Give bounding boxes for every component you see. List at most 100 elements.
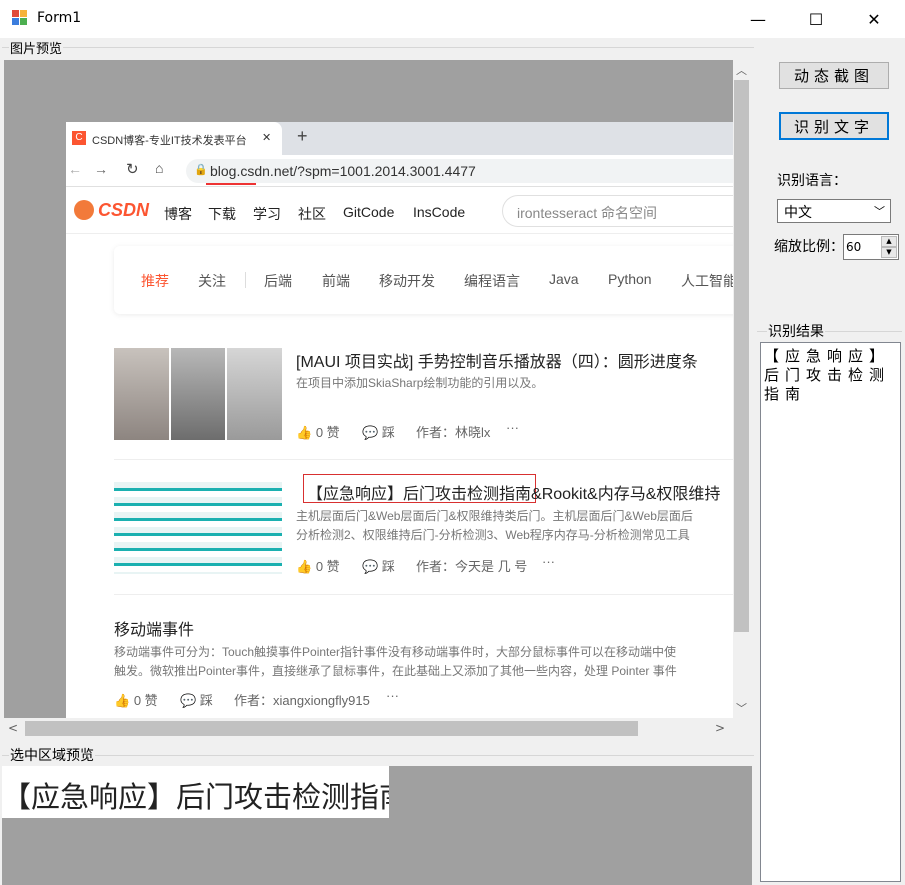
tab-title: CSDN博客-专业IT技术发表平台	[92, 135, 247, 147]
result-textbox[interactable]: 【应急响应】后门攻击检测指南	[760, 342, 901, 882]
image-preview[interactable]: C CSDN博客-专业IT技术发表平台 ✕ + ← → ↻ ⌂ 🔒 blog.c…	[4, 60, 733, 718]
selection-preview: 【应急响应】后门攻击检测指南&	[2, 766, 752, 885]
maximize-button[interactable]: ☐	[787, 0, 845, 38]
selection-group-border	[2, 755, 754, 756]
nav-item: 学习	[253, 206, 281, 222]
horizontal-scroll-thumb[interactable]	[25, 721, 638, 736]
maximize-icon: ☐	[808, 9, 824, 29]
csdn-logo-icon	[74, 200, 94, 220]
more-icon: ···	[386, 688, 399, 703]
scroll-down-icon[interactable]: ﹀	[736, 700, 747, 716]
url-text: blog.csdn.net/?spm=1001.2014.3001.4477	[210, 163, 476, 179]
article-title: 【应急响应】后门攻击检测指南&Rookit&内存马&权限维持	[307, 486, 721, 503]
language-label: 识别语言：	[777, 173, 847, 189]
language-select[interactable]: 中文 ﹀	[777, 199, 891, 223]
scroll-left-icon[interactable]: <	[8, 721, 18, 735]
channel-item: 前端	[322, 273, 350, 289]
nav-item: 下载	[208, 206, 236, 222]
ocr-button[interactable]: 识别文字	[779, 112, 889, 140]
article-author: 作者：林晓lx	[416, 425, 491, 440]
scroll-corner	[733, 718, 750, 740]
channel-divider	[245, 272, 246, 288]
selection-group-label: 选中区域预览	[9, 745, 95, 765]
url-bar: 🔒 blog.csdn.net/?spm=1001.2014.3001.4477	[186, 159, 733, 183]
article-desc: 主机层面后门&Web层面后门&权限维持类后门。主机层面后门&Web层面后	[296, 509, 693, 523]
close-icon: ✕	[867, 9, 881, 29]
channel-item: 人工智能	[681, 273, 733, 289]
article-desc: 在项目中添加SkiaSharp绘制功能的引用以及。	[296, 376, 544, 390]
article-thumbnail	[114, 348, 283, 440]
article-author: 作者：xiangxiongfly915	[234, 693, 370, 708]
minimize-icon: —	[750, 9, 766, 29]
channel-item: Java	[549, 271, 579, 287]
scroll-up-icon[interactable]: ︿	[736, 62, 747, 78]
channel-item: 后端	[264, 273, 292, 289]
capture-button[interactable]: 动态截图	[779, 62, 889, 89]
scale-stepper[interactable]: 60 ▲ ▼	[843, 234, 899, 260]
reload-icon: ↻	[126, 161, 139, 178]
window-title: Form1	[37, 10, 82, 26]
lock-icon: 🔒	[194, 164, 208, 176]
like-count: 👍 0 赞	[296, 425, 340, 440]
forward-icon: →	[94, 161, 108, 177]
captured-browser: C CSDN博客-专业IT技术发表平台 ✕ + ← → ↻ ⌂ 🔒 blog.c…	[66, 122, 733, 718]
nav-item: InsCode	[413, 204, 466, 220]
new-tab-icon: +	[297, 126, 308, 146]
channel-item: 推荐	[141, 273, 169, 289]
address-row: ← → ↻ ⌂ 🔒 blog.csdn.net/?spm=1001.2014.3…	[66, 155, 733, 187]
nav-item: 社区	[298, 206, 326, 222]
article-desc: 分析检测2、权限维持后门-分析检测3、Web程序内存马-分析检测常见工具	[296, 528, 690, 542]
scroll-right-icon[interactable]: >	[715, 721, 725, 735]
scale-value: 60	[846, 240, 862, 254]
channel-item: 移动开发	[379, 273, 435, 289]
preview-group-label: 图片预览	[9, 38, 64, 57]
more-icon: ···	[506, 420, 519, 435]
csdn-search-box: irontesseract 命名空间	[502, 195, 733, 227]
stepper-down-icon[interactable]: ▼	[881, 247, 897, 258]
minimize-button[interactable]: —	[729, 0, 787, 38]
tab-close-icon: ✕	[262, 132, 272, 144]
result-group-label: 识别结果	[767, 321, 825, 341]
article-thumbnail	[114, 482, 282, 574]
csdn-logo-text: CSDN	[98, 200, 150, 220]
browser-tab: C CSDN博客-专业IT技术发表平台 ✕	[66, 122, 282, 155]
like-count: 👍 0 赞	[114, 693, 158, 708]
channel-item: 编程语言	[464, 273, 520, 289]
dislike-label: 💬 踩	[362, 425, 395, 440]
article-desc: 移动端事件可分为：Touch触摸事件Pointer指针事件没有移动端事件时，大部…	[114, 645, 677, 659]
article-separator	[114, 459, 733, 460]
title-bar: Form1 — ☐ ✕	[0, 0, 905, 38]
channel-item: Python	[608, 271, 652, 287]
language-select-value: 中文	[784, 205, 812, 221]
article-separator	[114, 594, 733, 595]
dislike-label: 💬 踩	[180, 693, 213, 708]
dislike-label: 💬 踩	[362, 559, 395, 574]
close-button[interactable]: ✕	[845, 0, 903, 38]
loading-indicator	[206, 183, 256, 185]
article-author: 作者：今天是 几 号	[416, 559, 528, 574]
article-desc: 触发。微软推出Pointer事件，直接继承了鼠标事件，在此基础上又添加了其他一些…	[114, 664, 677, 678]
csdn-search-placeholder: irontesseract 命名空间	[517, 205, 658, 221]
csdn-favicon-icon: C	[72, 131, 86, 145]
stepper-up-icon[interactable]: ▲	[881, 236, 897, 247]
article-title: [MAUI 项目实战] 手势控制音乐播放器（四）：圆形进度条	[296, 354, 698, 371]
chevron-down-icon: ﹀	[874, 205, 885, 218]
home-icon: ⌂	[155, 160, 164, 176]
tab-strip: C CSDN博客-专业IT技术发表平台 ✕ +	[66, 122, 733, 155]
channel-bar: 推荐 关注 后端 前端 移动开发 编程语言 Java Python 人工智能	[114, 246, 733, 314]
nav-item: GitCode	[343, 204, 395, 220]
nav-item: 博客	[164, 206, 192, 222]
selection-preview-image: 【应急响应】后门攻击检测指南&	[2, 766, 389, 818]
csdn-header: CSDN 博客 下载 学习 社区 GitCode InsCode irontes…	[66, 188, 733, 234]
back-icon: ←	[68, 161, 82, 177]
preview-group-border	[2, 47, 754, 48]
channel-item: 关注	[198, 273, 226, 289]
article-title: 移动端事件	[114, 622, 195, 639]
horizontal-scrollbar[interactable]: < >	[4, 718, 733, 740]
scale-label: 缩放比例：	[774, 239, 844, 255]
vertical-scroll-thumb[interactable]	[734, 80, 749, 632]
vertical-scrollbar[interactable]: ︿ ﹀	[733, 60, 750, 718]
like-count: 👍 0 赞	[296, 559, 340, 574]
app-icon	[12, 10, 27, 25]
more-icon: ···	[542, 554, 555, 569]
